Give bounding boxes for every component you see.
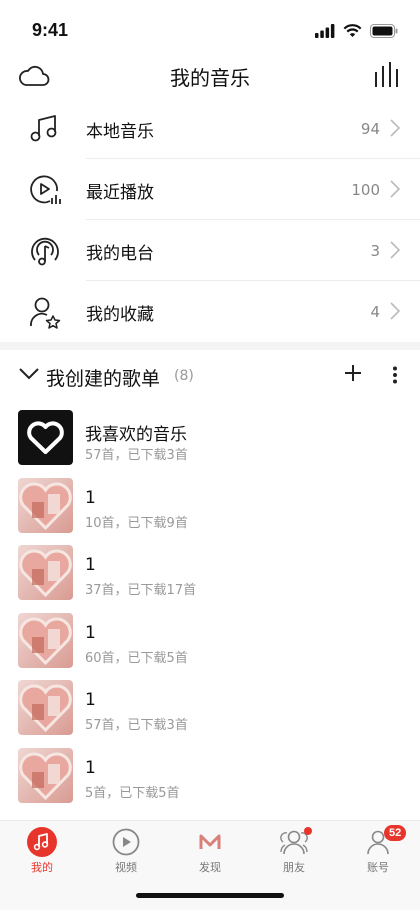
created-playlists-header[interactable]: 我创建的歌单 (8) — [0, 358, 420, 396]
playlist-item[interactable]: 我喜欢的音乐 57首，已下载3首 — [0, 406, 420, 474]
my-music-menu: 本地音乐 94 最近播放 100 我的电台 3 我的收藏 4 — [0, 98, 420, 342]
section-count: (8) — [174, 368, 194, 384]
playlist-subtitle: 37首，已下载17首 — [85, 583, 197, 598]
menu-item-count: 4 — [370, 303, 380, 321]
radio-icon — [28, 234, 62, 268]
tab-discover[interactable]: 发现 — [168, 825, 252, 875]
add-playlist-icon[interactable] — [344, 364, 362, 386]
cover-image — [19, 482, 72, 530]
discover-logo-icon — [199, 834, 221, 849]
section-title: 我创建的歌单 — [46, 368, 161, 390]
recent-play-icon — [28, 173, 62, 207]
cover-image — [19, 752, 72, 800]
playlist-title: 1 — [85, 487, 96, 508]
playlist-cover — [18, 410, 73, 465]
playlist-item[interactable]: 1 10首，已下载9首 — [0, 474, 420, 542]
status-time: 9:41 — [32, 20, 69, 40]
tab-label: 我的 — [31, 861, 53, 874]
video-play-icon — [112, 828, 140, 856]
playlist-cover — [18, 477, 73, 533]
playlist-item[interactable]: 1 5首，已下载5首 — [0, 744, 420, 812]
menu-item-label: 最近播放 — [86, 183, 154, 203]
menu-item-count: 100 — [351, 181, 380, 199]
music-note-icon — [28, 112, 62, 146]
music-note-icon — [27, 827, 57, 857]
notification-badge: 52 — [384, 825, 407, 841]
playlist-cover — [18, 680, 73, 735]
menu-item-label: 本地音乐 — [86, 122, 154, 142]
tab-video[interactable]: 视频 — [84, 825, 168, 875]
playlist-subtitle: 57首，已下载3首 — [85, 718, 188, 733]
chevron-right-icon — [390, 302, 401, 324]
playlist-subtitle: 10首，已下载9首 — [85, 515, 188, 531]
tab-account[interactable]: 52 账号 — [336, 825, 420, 875]
equalizer-icon[interactable] — [374, 60, 400, 92]
playlist-title: 我喜欢的音乐 — [85, 425, 187, 445]
nav-bar: 我的音乐 — [0, 58, 420, 98]
playlist-cover — [18, 545, 73, 600]
playlist-title: 1 — [85, 622, 96, 643]
playlist-title: 1 — [85, 757, 96, 778]
playlist-cover — [18, 612, 73, 668]
menu-item-recent-play[interactable]: 最近播放 100 — [0, 159, 420, 220]
menu-item-count: 94 — [360, 120, 380, 138]
signal-icon — [315, 24, 335, 38]
playlist-title: 1 — [85, 690, 96, 710]
cover-image — [19, 617, 72, 665]
status-icons — [315, 24, 398, 38]
playlist-cover — [18, 747, 73, 803]
cover-image — [19, 549, 72, 598]
tab-friends[interactable]: 朋友 — [252, 825, 336, 875]
section-divider — [0, 342, 420, 350]
status-bar: 9:41 — [0, 0, 420, 58]
tab-mine[interactable]: 我的 — [0, 825, 84, 875]
playlist-subtitle: 5首，已下载5首 — [85, 785, 180, 801]
playlist-list: 我喜欢的音乐 57首，已下载3首 1 10首，已下载9首 1 37首，已下载17… — [0, 406, 420, 811]
notification-dot — [304, 827, 312, 835]
menu-item-my-favorites[interactable]: 我的收藏 4 — [0, 281, 420, 342]
more-options-icon[interactable] — [392, 366, 398, 388]
tab-label: 账号 — [367, 861, 389, 874]
chevron-right-icon — [390, 180, 401, 202]
wifi-icon — [343, 24, 362, 37]
menu-item-label: 我的电台 — [86, 244, 154, 264]
playlist-item[interactable]: 1 57首，已下载3首 — [0, 676, 420, 744]
chevron-right-icon — [390, 241, 401, 263]
menu-item-local-music[interactable]: 本地音乐 94 — [0, 98, 420, 159]
favorite-user-icon — [28, 295, 62, 329]
chevron-down-icon[interactable] — [18, 366, 40, 385]
battery-icon — [370, 24, 398, 38]
heart-icon — [27, 421, 64, 454]
tab-bar: 我的 视频 发现 朋友 52 账号 — [0, 820, 420, 910]
menu-item-count: 3 — [370, 242, 380, 260]
tab-label: 发现 — [199, 861, 221, 874]
cover-image — [19, 684, 72, 733]
menu-item-label: 我的收藏 — [86, 305, 154, 325]
playlist-item[interactable]: 1 60首，已下载5首 — [0, 609, 420, 677]
playlist-item[interactable]: 1 37首，已下载17首 — [0, 541, 420, 609]
playlist-subtitle: 60首，已下载5首 — [85, 650, 188, 666]
playlist-title: 1 — [85, 555, 96, 575]
playlist-subtitle: 57首，已下载3首 — [85, 448, 188, 463]
menu-item-my-radio[interactable]: 我的电台 3 — [0, 220, 420, 281]
home-indicator — [136, 893, 284, 898]
chevron-right-icon — [390, 119, 401, 141]
tab-label: 视频 — [115, 861, 137, 874]
tab-label: 朋友 — [283, 861, 305, 874]
page-title: 我的音乐 — [170, 66, 250, 90]
